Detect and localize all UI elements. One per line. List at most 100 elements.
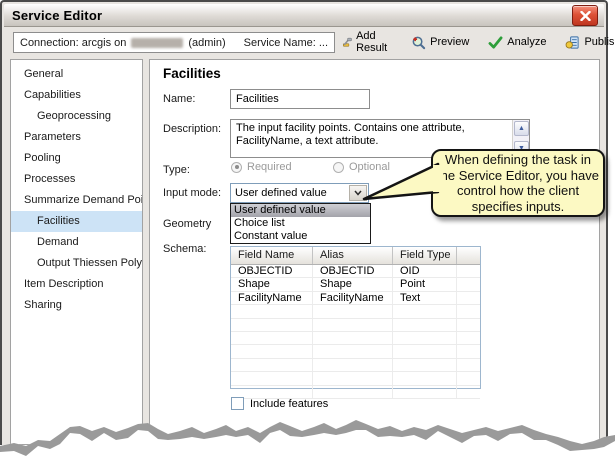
window-title: Service Editor — [4, 8, 102, 23]
table-cell — [231, 359, 313, 371]
table-cell: OBJECTID — [231, 265, 313, 277]
sidebar-item-demand[interactable]: Demand — [11, 232, 142, 253]
analyze-label: Analyze — [507, 36, 546, 48]
table-cell — [231, 345, 313, 357]
description-label: Description: — [163, 123, 221, 135]
dropdown-option-choice-list[interactable]: Choice list — [231, 217, 370, 230]
table-cell — [457, 278, 480, 290]
callout-bubble: When defining the task in the Service Ed… — [431, 149, 605, 217]
description-text: The input facility points. Contains one … — [236, 122, 507, 148]
dropdown-option-user-defined-value[interactable]: User defined value — [231, 204, 370, 217]
table-cell — [231, 332, 313, 344]
table-cell: Shape — [313, 278, 393, 290]
radio-optional-label: Optional — [349, 161, 390, 173]
preview-button[interactable]: Preview — [409, 33, 471, 52]
table-row[interactable]: ShapeShapePoint — [231, 278, 480, 291]
input-mode-combobox[interactable]: User defined value — [230, 183, 369, 203]
name-input[interactable] — [230, 89, 370, 109]
sidebar-item-processes[interactable]: Processes — [11, 169, 142, 190]
chevron-down-icon — [354, 190, 362, 196]
scroll-up-button[interactable]: ▲ — [514, 121, 529, 136]
table-cell — [457, 305, 480, 317]
table-cell — [231, 372, 313, 384]
table-cell — [313, 359, 393, 371]
schema-label: Schema: — [163, 243, 206, 255]
schema-table: Field Name Alias Field Type OBJECTIDOBJE… — [230, 246, 481, 389]
table-row[interactable] — [231, 359, 480, 372]
toolbar-buttons: Add Result Preview Analyze — [340, 30, 600, 54]
combo-dropdown-button[interactable] — [349, 185, 367, 201]
sidebar-nav: GeneralCapabilitiesGeoprocessingParamete… — [10, 59, 143, 445]
connection-prefix: Connection: arcgis on — [20, 37, 126, 49]
schema-table-body: OBJECTIDOBJECTIDOIDShapeShapePointFacili… — [231, 265, 480, 399]
include-features-checkbox[interactable] — [231, 397, 244, 410]
table-cell — [393, 386, 457, 398]
sidebar-item-item-description[interactable]: Item Description — [11, 274, 142, 295]
table-cell — [457, 345, 480, 357]
service-name-label: Service Name: ... — [244, 37, 328, 49]
table-cell — [231, 305, 313, 317]
input-mode-value: User defined value — [235, 187, 327, 199]
table-cell: FacilityName — [231, 292, 313, 304]
type-radio-required[interactable]: Required — [231, 161, 292, 173]
table-cell — [457, 359, 480, 371]
analyze-check-icon — [488, 36, 503, 49]
column-header-field-name[interactable]: Field Name — [231, 247, 313, 264]
add-result-button[interactable]: Add Result — [340, 28, 394, 56]
table-cell — [393, 345, 457, 357]
sidebar-item-sharing[interactable]: Sharing — [11, 295, 142, 316]
toolbar: Connection: arcgis on (admin) Service Na… — [4, 27, 604, 58]
table-row[interactable] — [231, 319, 480, 332]
input-mode-label: Input mode: — [163, 187, 221, 199]
redacted-server-name — [131, 38, 183, 48]
close-icon — [580, 11, 591, 21]
screenshot-stage: Service Editor Connection: arcgis on (ad… — [0, 0, 615, 456]
type-radio-optional[interactable]: Optional — [333, 161, 390, 173]
table-row[interactable] — [231, 332, 480, 345]
connection-admin: (admin) — [188, 37, 225, 49]
table-cell — [457, 386, 480, 398]
table-row[interactable] — [231, 305, 480, 318]
sidebar-item-output-thiessen-polygons[interactable]: Output Thiessen Polygons — [11, 253, 142, 274]
column-header-alias[interactable]: Alias — [313, 247, 393, 264]
dropdown-option-constant-value[interactable]: Constant value — [231, 230, 370, 243]
sidebar-item-parameters[interactable]: Parameters — [11, 127, 142, 148]
table-row[interactable] — [231, 345, 480, 358]
preview-icon — [411, 35, 426, 50]
publish-button[interactable]: Publish — [563, 33, 615, 52]
table-cell — [393, 372, 457, 384]
sidebar-item-general[interactable]: General — [11, 64, 142, 85]
sidebar-item-facilities[interactable]: Facilities — [11, 211, 142, 232]
table-cell — [457, 332, 480, 344]
table-cell: Text — [393, 292, 457, 304]
analyze-button[interactable]: Analyze — [486, 34, 548, 51]
sidebar-item-capabilities[interactable]: Capabilities — [11, 85, 142, 106]
table-row[interactable] — [231, 372, 480, 385]
radio-required-icon — [231, 162, 242, 173]
radio-required-label: Required — [247, 161, 292, 173]
include-features-label: Include features — [250, 398, 328, 410]
include-features-row[interactable]: Include features — [231, 397, 328, 410]
close-button[interactable] — [572, 5, 598, 26]
table-cell — [457, 265, 480, 277]
schema-table-header: Field Name Alias Field Type — [231, 247, 480, 265]
input-mode-dropdown-list: User defined valueChoice listConstant va… — [230, 203, 371, 244]
table-cell: Shape — [231, 278, 313, 290]
table-cell — [313, 319, 393, 331]
sidebar-item-summarize-demand-points-by[interactable]: Summarize Demand Points By — [11, 190, 142, 211]
add-result-icon — [342, 35, 352, 50]
table-row[interactable]: FacilityNameFacilityNameText — [231, 292, 480, 305]
column-header-field-type[interactable]: Field Type — [393, 247, 457, 264]
sidebar-item-geoprocessing[interactable]: Geoprocessing — [11, 106, 142, 127]
table-cell — [457, 319, 480, 331]
add-result-label: Add Result — [356, 30, 392, 54]
table-cell — [313, 345, 393, 357]
table-row[interactable]: OBJECTIDOBJECTIDOID — [231, 265, 480, 278]
table-cell: OID — [393, 265, 457, 277]
table-cell: FacilityName — [313, 292, 393, 304]
geometry-label: Geometry — [163, 218, 211, 230]
radio-optional-icon — [333, 162, 344, 173]
table-cell — [393, 305, 457, 317]
sidebar-item-pooling[interactable]: Pooling — [11, 148, 142, 169]
service-editor-window: Service Editor Connection: arcgis on (ad… — [0, 0, 608, 445]
